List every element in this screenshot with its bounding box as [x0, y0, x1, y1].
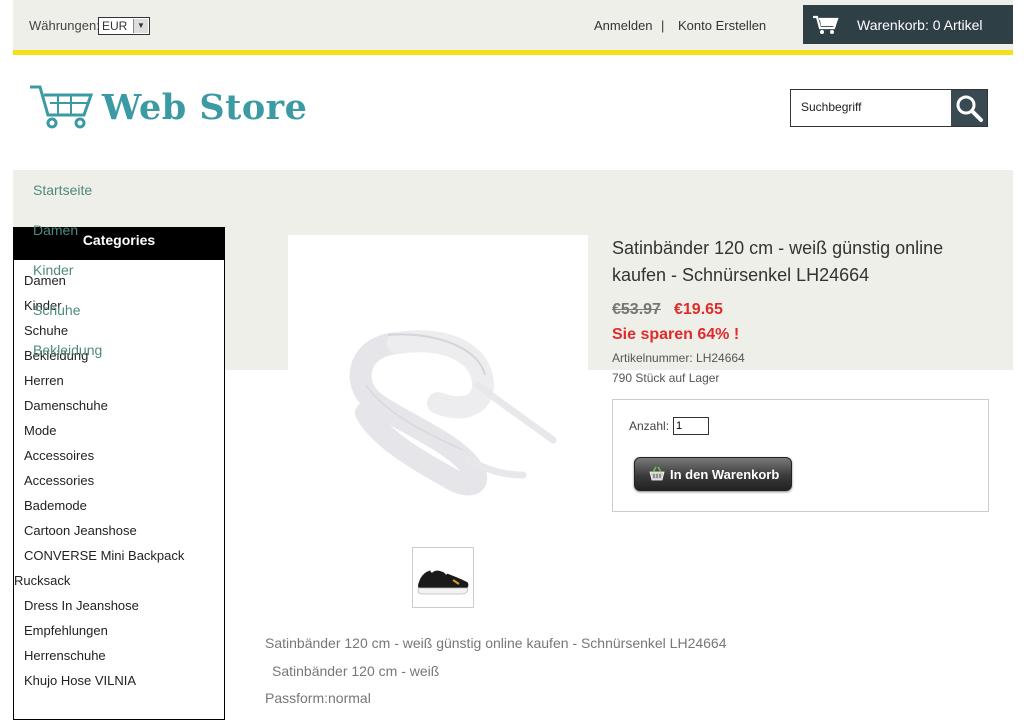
category-link-accessories[interactable]: Accessories — [24, 473, 94, 488]
category-link-bademode[interactable]: Bademode — [24, 498, 87, 513]
logo-text: Web Store — [102, 87, 308, 128]
category-link-damenschuhe[interactable]: Damenschuhe — [24, 398, 108, 413]
link-separator: | — [661, 18, 665, 33]
cart-summary: Warenkorb: 0 Artikel — [857, 17, 983, 33]
basket-icon — [649, 466, 665, 481]
search-button[interactable] — [951, 90, 987, 126]
satin-ribbon-image — [349, 330, 557, 496]
product-image[interactable] — [288, 235, 588, 535]
category-link-rucksack[interactable]: Rucksack — [14, 573, 70, 588]
logo-cart-icon — [30, 85, 94, 129]
category-link-empfehlungen[interactable]: Empfehlungen — [24, 623, 108, 638]
description-subtitle: Satinbänder 120 cm - weiß — [272, 663, 440, 679]
nav-item-schuhe[interactable]: Schuhe — [33, 302, 80, 318]
category-link-khujo-hose-vilnia[interactable]: Khujo Hose VILNIA — [24, 673, 136, 688]
currency-value: EUR — [102, 19, 128, 33]
category-link-schuhe[interactable]: Schuhe — [24, 323, 68, 338]
sneaker-thumbnail-image — [417, 564, 469, 595]
product-thumbnail[interactable] — [412, 547, 474, 608]
sale-price: €19.65 — [674, 301, 723, 318]
store-logo[interactable]: Web Store — [28, 83, 307, 133]
add-to-cart-form: Anzahl: In den Warenkorb — [612, 399, 989, 512]
stock-status: 790 Stück auf Lager — [612, 371, 720, 385]
description-fit: Passform:normal — [265, 690, 371, 706]
savings-text: Sie sparen 64% ! — [612, 326, 740, 343]
nav-item-damen[interactable]: Damen — [33, 222, 78, 238]
category-link-herrenschuhe[interactable]: Herrenschuhe — [24, 648, 106, 663]
cart-button[interactable]: Warenkorb: 0 Artikel — [803, 5, 1013, 44]
category-link-mode[interactable]: Mode — [24, 423, 57, 438]
nav-item-bekleidung[interactable]: Bekleidung — [33, 342, 102, 358]
shopping-cart-icon — [813, 15, 839, 34]
nav-item-startseite[interactable]: Startseite — [33, 182, 92, 198]
currency-select[interactable]: EUR ▼ — [98, 17, 150, 35]
add-to-cart-label: In den Warenkorb — [670, 467, 780, 482]
search-box — [790, 89, 988, 127]
product-title: Satinbänder 120 cm - weiß günstig online… — [612, 238, 944, 285]
category-link-dress-in-jeanshose[interactable]: Dress In Jeanshose — [24, 598, 139, 613]
category-link-herren[interactable]: Herren — [24, 373, 64, 388]
search-icon — [956, 95, 983, 122]
accent-divider — [13, 50, 1013, 55]
nav-item-kinder[interactable]: Kinder — [33, 262, 73, 278]
add-to-cart-button[interactable]: In den Warenkorb — [634, 457, 792, 491]
product-sku: Artikelnummer: LH24664 — [612, 351, 745, 365]
category-link-converse-mini-backpack[interactable]: CONVERSE Mini Backpack — [24, 548, 184, 563]
category-link-cartoon-jeanshose[interactable]: Cartoon Jeanshose — [24, 523, 137, 538]
register-link[interactable]: Konto Erstellen — [678, 18, 766, 33]
old-price: €53.97 — [612, 301, 661, 318]
search-input[interactable] — [801, 100, 941, 114]
quantity-label: Anzahl: — [629, 419, 670, 433]
description-heading: Satinbänder 120 cm - weiß günstig online… — [265, 635, 727, 651]
quantity-input[interactable] — [673, 417, 709, 435]
category-link-accessoires[interactable]: Accessoires — [24, 448, 94, 463]
chevron-down-icon[interactable]: ▼ — [133, 19, 148, 33]
currency-label: Währungen: — [29, 18, 100, 33]
login-link[interactable]: Anmelden — [594, 18, 653, 33]
